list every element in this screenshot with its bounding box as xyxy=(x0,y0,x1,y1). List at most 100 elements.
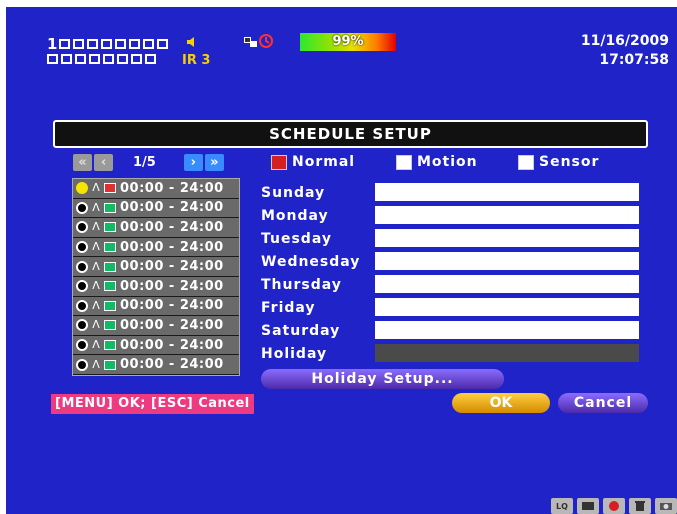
first-page-button[interactable]: « xyxy=(73,154,92,171)
schedule-list: ᐱ 00:00 - 24:00 ᐱ 00:00 - 24:00 ᐱ 00:00 - 2… xyxy=(72,178,240,376)
record-type-icon xyxy=(104,202,116,213)
schedule-time: 00:00 - 24:00 xyxy=(120,337,224,353)
channel-row-number: 1 xyxy=(47,35,58,53)
schedule-row[interactable]: ᐱ 00:00 - 24:00 xyxy=(73,276,239,297)
channel-indicator xyxy=(145,54,156,64)
dialog-body: « ‹ 1/5 › » Normal Motion Sensor ᐱ 00:00 … xyxy=(48,148,649,378)
schedule-row[interactable]: ᐱ 00:00 - 24:00 xyxy=(73,237,239,258)
person-icon: ᐱ xyxy=(92,318,100,332)
person-icon: ᐱ xyxy=(92,200,100,214)
day-label: Sunday xyxy=(261,185,326,201)
trash-icon xyxy=(629,498,651,514)
day-label: Wednesday xyxy=(261,254,361,270)
bullet-icon xyxy=(76,280,88,293)
record-type-icon xyxy=(104,281,116,292)
record-type-icon xyxy=(104,183,116,194)
timeline-bar-wednesday[interactable] xyxy=(375,252,639,270)
timeline-bar-monday[interactable] xyxy=(375,206,639,224)
timer-icon xyxy=(258,33,274,49)
schedule-row[interactable]: ᐱ 00:00 - 24:00 xyxy=(73,296,239,317)
schedule-time: 00:00 - 24:00 xyxy=(120,180,224,196)
person-icon: ᐱ xyxy=(92,298,100,312)
channel-indicator xyxy=(89,54,100,64)
dialog-title: SCHEDULE SETUP xyxy=(53,120,648,148)
dvr-screen: 1 IR 3 99% 11/16/2009 17:07:58 SCHEDULE … xyxy=(6,7,677,514)
schedule-row[interactable]: ᐱ 00:00 - 24:00 xyxy=(73,198,239,219)
legend-motion[interactable]: Motion xyxy=(396,154,478,170)
timeline-bar-sunday[interactable] xyxy=(375,183,639,201)
bullet-icon xyxy=(76,299,88,312)
ok-button[interactable]: OK xyxy=(452,393,550,413)
bullet-icon xyxy=(76,221,88,234)
schedule-time: 00:00 - 24:00 xyxy=(120,357,224,373)
dialog-footer: [MENU] OK; [ESC] Cancel OK Cancel xyxy=(48,393,649,415)
record-type-icon xyxy=(104,320,116,331)
schedule-time: 00:00 - 24:00 xyxy=(120,200,224,216)
channel-indicator xyxy=(129,39,141,49)
next-page-button[interactable]: › xyxy=(183,154,203,171)
legend-sensor[interactable]: Sensor xyxy=(518,154,599,170)
person-icon: ᐱ xyxy=(92,181,100,195)
legend-sensor-label: Sensor xyxy=(539,154,600,170)
schedule-time: 00:00 - 24:00 xyxy=(120,239,224,255)
menu-hint: [MENU] OK; [ESC] Cancel xyxy=(51,394,254,414)
last-page-button[interactable]: » xyxy=(204,154,224,171)
schedule-pager: « ‹ 1/5 › » xyxy=(73,154,226,171)
schedule-row[interactable]: ᐱ 00:00 - 24:00 xyxy=(73,179,239,199)
time-display: 17:07:58 xyxy=(599,52,669,68)
schedule-time: 00:00 - 24:00 xyxy=(120,278,224,294)
day-label: Holiday xyxy=(261,346,328,362)
bottom-status-icons: LQ xyxy=(547,498,677,514)
lq-icon: LQ xyxy=(551,498,573,514)
day-label: Monday xyxy=(261,208,329,224)
timeline-bar-saturday[interactable] xyxy=(375,321,639,339)
alarm-icon xyxy=(603,498,625,514)
legend-normal-swatch xyxy=(271,154,287,170)
holiday-setup-button[interactable]: Holiday Setup... xyxy=(261,369,504,389)
record-type-icon xyxy=(104,242,116,253)
schedule-time: 00:00 - 24:00 xyxy=(120,317,224,333)
person-icon: ᐱ xyxy=(92,259,100,273)
channel-indicator xyxy=(87,39,99,49)
prev-page-button[interactable]: ‹ xyxy=(94,154,113,171)
channel-indicator xyxy=(101,39,113,49)
channel-status-row-1: 1 xyxy=(47,35,171,53)
schedule-row[interactable]: ᐱ 00:00 - 24:00 xyxy=(73,257,239,277)
record-type-icon xyxy=(104,261,116,272)
channel-indicator xyxy=(103,54,114,64)
timeline-bar-holiday[interactable] xyxy=(375,344,639,362)
audio-icon xyxy=(185,33,197,47)
schedule-row[interactable]: ᐱ 00:00 - 24:00 xyxy=(73,355,239,375)
network-icon xyxy=(243,34,259,48)
bullet-icon xyxy=(76,319,88,332)
channel-indicator xyxy=(157,39,169,49)
channel-indicator xyxy=(61,54,72,64)
schedule-setup-dialog: SCHEDULE SETUP « ‹ 1/5 › » Normal Motion… xyxy=(48,115,649,415)
timeline-bar-friday[interactable] xyxy=(375,298,639,316)
record-type-icon xyxy=(104,222,116,233)
legend-normal[interactable]: Normal xyxy=(271,154,355,170)
schedule-row[interactable]: ᐱ 00:00 - 24:00 xyxy=(73,218,239,238)
page-indicator: 1/5 xyxy=(133,155,156,170)
timeline-bar-tuesday[interactable] xyxy=(375,229,639,247)
person-icon: ᐱ xyxy=(92,279,100,293)
schedule-row[interactable]: ᐱ 00:00 - 24:00 xyxy=(73,316,239,336)
record-icon xyxy=(577,498,599,514)
timeline-bar-thursday[interactable] xyxy=(375,275,639,293)
schedule-row[interactable]: ᐱ 00:00 - 24:00 xyxy=(73,335,239,356)
channel-indicator xyxy=(131,54,142,64)
channel-indicator xyxy=(143,39,155,49)
legend-sensor-swatch xyxy=(518,154,534,170)
record-type-icon xyxy=(104,340,116,351)
schedule-time: 00:00 - 24:00 xyxy=(120,219,224,235)
day-label: Friday xyxy=(261,300,316,316)
channel-indicator xyxy=(47,54,58,64)
person-icon: ᐱ xyxy=(92,357,100,371)
channel-indicator xyxy=(117,54,128,64)
cancel-button[interactable]: Cancel xyxy=(558,393,648,413)
channel-indicator xyxy=(59,39,71,49)
legend-normal-label: Normal xyxy=(292,154,356,170)
record-type-icon xyxy=(104,300,116,311)
channel-status-row-2 xyxy=(47,54,159,64)
ir-indicator: IR 3 xyxy=(182,53,211,68)
